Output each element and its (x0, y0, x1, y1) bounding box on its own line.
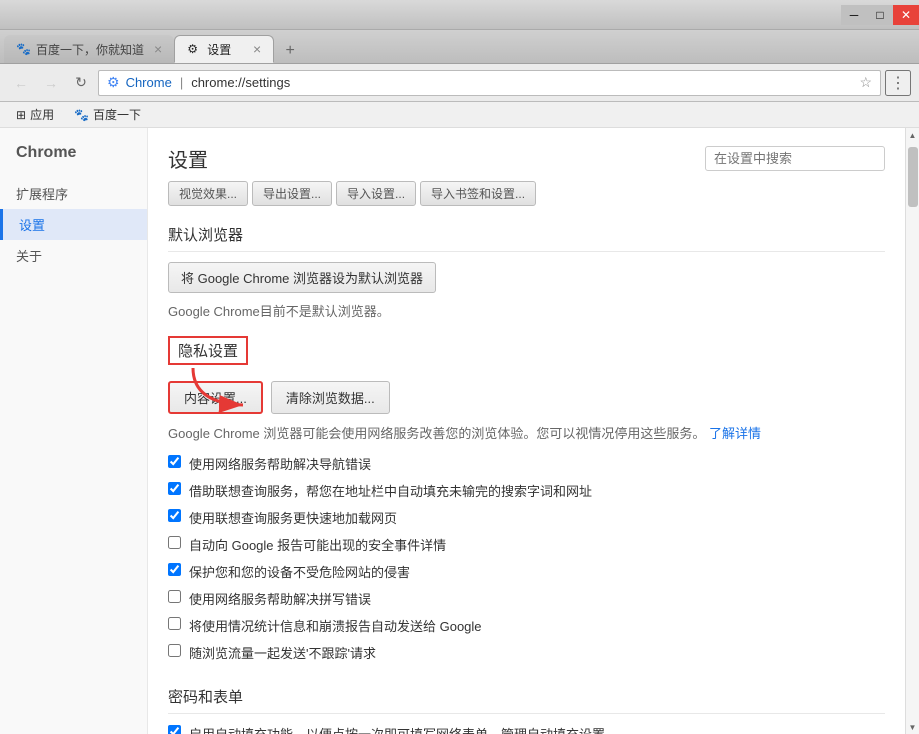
top-btn-2[interactable]: 导入设置... (336, 181, 416, 206)
privacy-checkbox-2[interactable] (168, 509, 181, 522)
baidu-tab-title: 百度一下，你就知道 (36, 41, 144, 58)
reload-button[interactable]: ↻ (68, 70, 94, 96)
privacy-checkbox-3[interactable] (168, 536, 181, 549)
settings-tab-title: 设置 (207, 41, 243, 58)
privacy-checkbox-item-1: 借助联想查询服务，帮您在地址栏中自动填充未输完的搜索字词和网址 (168, 481, 885, 500)
sidebar-item-extensions[interactable]: 扩展程序 (0, 178, 147, 209)
set-default-browser-button[interactable]: 将 Google Chrome 浏览器设为默认浏览器 (168, 262, 436, 293)
settings-tab-close[interactable]: × (253, 41, 261, 57)
tab-bar: 🐾 百度一下，你就知道 × ⚙ 设置 × + (0, 30, 919, 64)
address-input[interactable]: ⚙ Chrome | chrome://settings ☆ (98, 70, 881, 96)
privacy-checkbox-item-2: 使用联想查询服务更快速地加载网页 (168, 508, 885, 527)
new-tab-button[interactable]: + (276, 39, 304, 63)
sidebar-item-about[interactable]: 关于 (0, 240, 147, 271)
apps-icon: ⊞ (16, 108, 26, 122)
minimize-button[interactable]: ─ (841, 5, 867, 25)
bookmarks-bar: ⊞ 应用 🐾 百度一下 (0, 102, 919, 128)
baidu-favicon: 🐾 (16, 42, 30, 56)
main-area: Chrome 扩展程序 设置 关于 设置 视觉效果... 导出设置... 导入设… (0, 128, 919, 734)
sidebar-brand: Chrome (0, 144, 147, 178)
privacy-checkbox-label-6: 将使用情况统计信息和崩溃报告自动发送给 Google (189, 616, 482, 635)
privacy-checkbox-label-7: 随浏览流量一起发送'不跟踪'请求 (189, 643, 376, 662)
privacy-checkbox-5[interactable] (168, 590, 181, 603)
top-btn-0[interactable]: 视觉效果... (168, 181, 248, 206)
privacy-checkbox-label-0: 使用网络服务帮助解决导航错误 (189, 454, 371, 473)
default-browser-note: Google Chrome目前不是默认浏览器。 (168, 301, 885, 320)
privacy-checkbox-0[interactable] (168, 455, 181, 468)
privacy-checkbox-label-3: 自动向 Google 报告可能出现的安全事件详情 (189, 535, 446, 554)
privacy-checkbox-6[interactable] (168, 617, 181, 630)
chrome-globe-icon: ⚙ (107, 74, 120, 91)
password-checkbox-label-0: 启用自动填充功能，以便点按一次即可填写网络表单。管理自动填充设置 (189, 724, 605, 734)
scrollbar-track[interactable] (906, 142, 919, 720)
password-checkbox-item-0: 启用自动填充功能，以便点按一次即可填写网络表单。管理自动填充设置 (168, 724, 885, 734)
settings-favicon: ⚙ (187, 42, 201, 56)
privacy-checkbox-7[interactable] (168, 644, 181, 657)
settings-title: 设置 (168, 144, 208, 173)
password-section-title: 密码和表单 (168, 678, 885, 714)
password-checkbox-0[interactable] (168, 725, 181, 734)
scrollbar: ▲ ▼ (905, 128, 919, 734)
privacy-section-title: 隐私设置 (168, 336, 248, 365)
privacy-checkbox-label-4: 保护您和您的设备不受危险网站的侵害 (189, 562, 410, 581)
clear-data-button[interactable]: 清除浏览数据... (271, 381, 390, 414)
privacy-checkbox-4[interactable] (168, 563, 181, 576)
red-arrow-annotation (188, 363, 268, 413)
privacy-checkbox-label-2: 使用联想查询服务更快速地加载网页 (189, 508, 397, 527)
privacy-checkbox-item-7: 随浏览流量一起发送'不跟踪'请求 (168, 643, 885, 662)
chrome-label: Chrome (126, 75, 172, 90)
scrollbar-down-button[interactable]: ▼ (906, 720, 919, 734)
sidebar: Chrome 扩展程序 设置 关于 (0, 128, 148, 734)
baidu-label: 百度一下 (93, 106, 141, 123)
url-text: chrome://settings (191, 75, 853, 90)
baidu-icon: 🐾 (74, 108, 89, 122)
privacy-checkbox-label-1: 借助联想查询服务，帮您在地址栏中自动填充未输完的搜索字词和网址 (189, 481, 592, 500)
password-checkboxes: 启用自动填充功能，以便点按一次即可填写网络表单。管理自动填充设置询问是否保存您在… (168, 724, 885, 734)
privacy-checkbox-label-5: 使用网络服务帮助解决拼写错误 (189, 589, 371, 608)
scrollbar-up-button[interactable]: ▲ (906, 128, 919, 142)
separator: | (180, 75, 183, 90)
chrome-menu-button[interactable]: ⋮ (885, 70, 911, 96)
privacy-buttons-row: 内容设置... 清除浏览数据... (168, 381, 885, 414)
default-browser-title: 默认浏览器 (168, 216, 885, 252)
settings-tab[interactable]: ⚙ 设置 × (174, 35, 274, 63)
password-section: 密码和表单 启用自动填充功能，以便点按一次即可填写网络表单。管理自动填充设置询问… (168, 678, 885, 734)
bookmark-star-icon[interactable]: ☆ (859, 74, 872, 91)
baidu-tab-close[interactable]: × (154, 41, 162, 57)
baidu-bookmark[interactable]: 🐾 百度一下 (66, 104, 149, 125)
privacy-checkbox-item-4: 保护您和您的设备不受危险网站的侵害 (168, 562, 885, 581)
privacy-checkboxes: 使用网络服务帮助解决导航错误借助联想查询服务，帮您在地址栏中自动填充未输完的搜索… (168, 454, 885, 662)
scrollbar-thumb[interactable] (908, 147, 918, 207)
privacy-checkbox-item-5: 使用网络服务帮助解决拼写错误 (168, 589, 885, 608)
title-bar-controls: ─ □ ✕ (841, 5, 919, 25)
privacy-section: 隐私设置 内容设置... 清除浏览数据... (168, 336, 885, 662)
top-buttons-row: 视觉效果... 导出设置... 导入设置... 导入书签和设置... (168, 181, 885, 206)
privacy-checkbox-item-0: 使用网络服务帮助解决导航错误 (168, 454, 885, 473)
privacy-buttons-container: 内容设置... 清除浏览数据... (168, 381, 885, 414)
top-btn-1[interactable]: 导出设置... (252, 181, 332, 206)
settings-header: 设置 (168, 128, 885, 181)
maximize-button[interactable]: □ (867, 5, 893, 25)
privacy-checkbox-item-3: 自动向 Google 报告可能出现的安全事件详情 (168, 535, 885, 554)
close-button[interactable]: ✕ (893, 5, 919, 25)
privacy-checkbox-item-6: 将使用情况统计信息和崩溃报告自动发送给 Google (168, 616, 885, 635)
learn-more-link[interactable]: 了解详情 (709, 426, 761, 441)
apps-bookmark[interactable]: ⊞ 应用 (8, 104, 62, 125)
settings-content: 设置 视觉效果... 导出设置... 导入设置... 导入书签和设置... 默认… (148, 128, 905, 734)
title-bar: ─ □ ✕ (0, 0, 919, 30)
address-bar: ← → ↻ ⚙ Chrome | chrome://settings ☆ ⋮ (0, 64, 919, 102)
baidu-tab[interactable]: 🐾 百度一下，你就知道 × (4, 35, 174, 63)
privacy-checkbox-1[interactable] (168, 482, 181, 495)
settings-search-input[interactable] (705, 146, 885, 171)
default-browser-section: 默认浏览器 将 Google Chrome 浏览器设为默认浏览器 Google … (168, 216, 885, 320)
privacy-description: Google Chrome 浏览器可能会使用网络服务改善您的浏览体验。您可以视情… (168, 424, 885, 444)
back-button[interactable]: ← (8, 70, 34, 96)
apps-label: 应用 (30, 106, 54, 123)
sidebar-item-settings[interactable]: 设置 (0, 209, 147, 240)
top-btn-3[interactable]: 导入书签和设置... (420, 181, 536, 206)
forward-button[interactable]: → (38, 70, 64, 96)
